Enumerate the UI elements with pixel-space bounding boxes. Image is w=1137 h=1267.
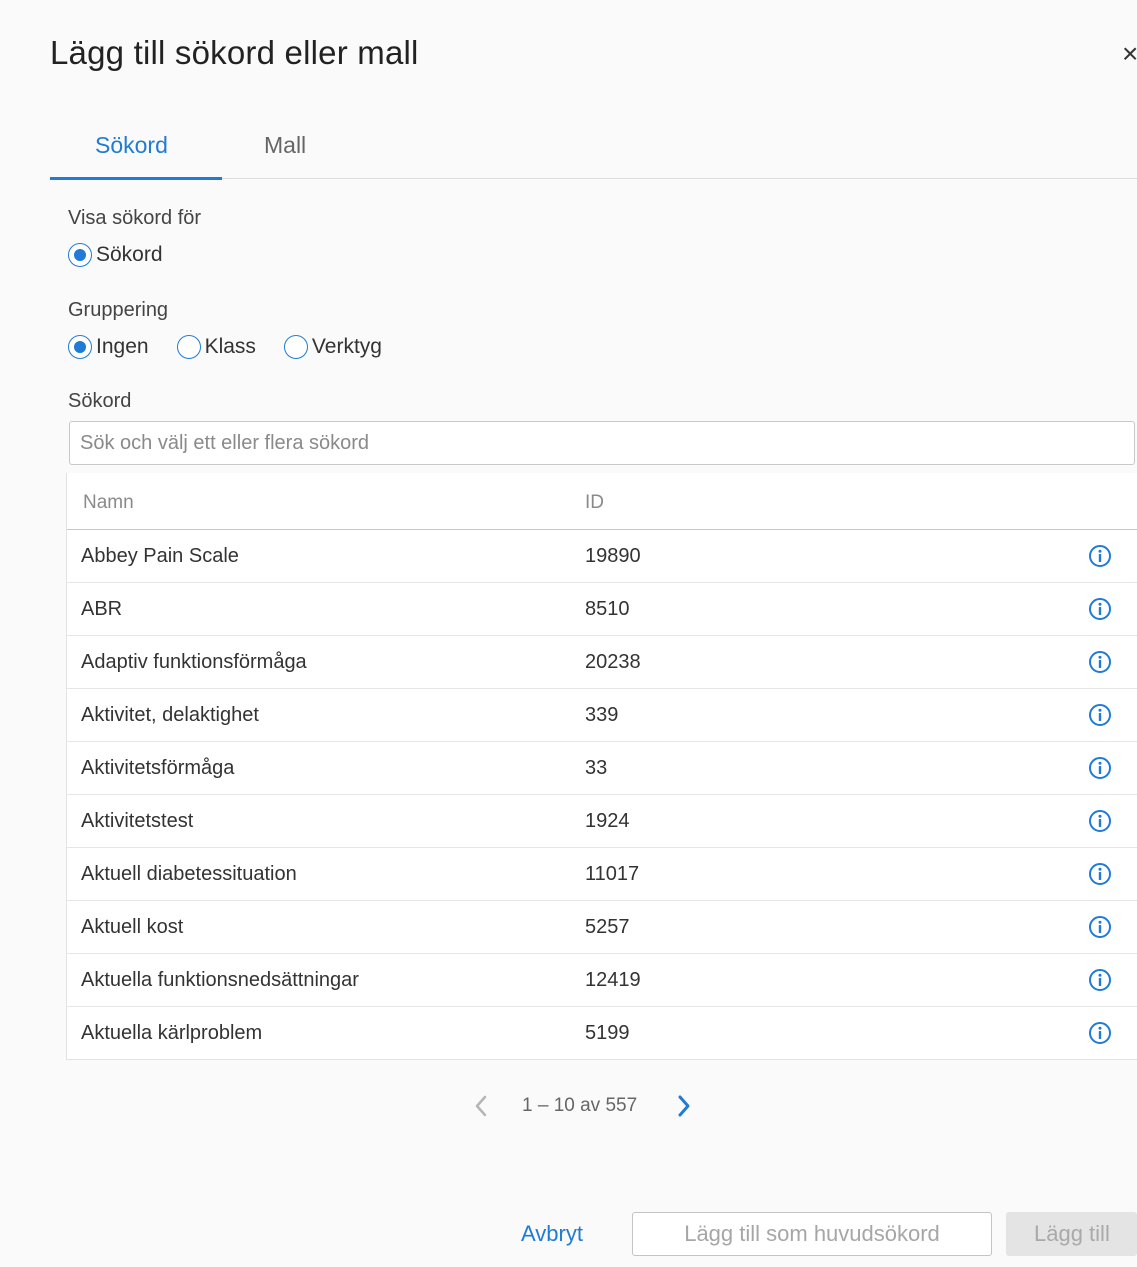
table-row[interactable]: Abbey Pain Scale 19890 — [67, 530, 1137, 583]
tab-bar: Sökord Mall — [50, 118, 1137, 180]
row-id: 19890 — [585, 545, 641, 567]
row-id: 339 — [585, 704, 619, 726]
table-body: Abbey Pain Scale 19890 ABR 8510 Adaptiv … — [67, 530, 1137, 1059]
table-row[interactable]: Aktivitetstest 1924 — [67, 795, 1137, 848]
table-row[interactable]: Adaptiv funktionsförmåga 20238 — [67, 636, 1137, 689]
info-icon[interactable] — [1087, 596, 1113, 622]
chevron-left-icon — [475, 1095, 487, 1117]
info-icon[interactable] — [1087, 649, 1113, 675]
radio-checked-icon — [68, 243, 92, 267]
search-field-container — [69, 421, 1135, 465]
row-name: Aktuell diabetessituation — [81, 863, 297, 885]
row-id: 5199 — [585, 1022, 630, 1044]
row-name: Aktuella kärlproblem — [81, 1022, 263, 1044]
radio-label: Ingen — [96, 335, 149, 358]
row-id: 8510 — [585, 598, 630, 620]
radio-label: Klass — [204, 335, 256, 358]
radio-label: Sökord — [96, 243, 163, 266]
radio-label: Verktyg — [311, 335, 382, 358]
sokord-field-label: Sökord — [68, 390, 132, 412]
row-id: 20238 — [585, 651, 641, 673]
visa-sokord-label: Visa sökord för — [68, 207, 202, 229]
chevron-right-icon[interactable] — [673, 1092, 695, 1120]
pagination-range: 1 – 10 av 557 — [522, 1095, 638, 1116]
add-as-main-keyword-button[interactable]: Lägg till som huvudsökord — [632, 1212, 992, 1256]
info-icon[interactable] — [1087, 1020, 1113, 1046]
table-row[interactable]: ABR 8510 — [67, 583, 1137, 636]
info-icon[interactable] — [1087, 808, 1113, 834]
row-name: Aktivitet, delaktighet — [81, 704, 259, 726]
radio-unchecked-icon — [283, 335, 308, 359]
radio-verktyg[interactable]: Verktyg — [283, 335, 382, 359]
info-icon[interactable] — [1087, 543, 1113, 569]
cancel-button[interactable]: Avbryt — [506, 1212, 598, 1256]
gruppering-radio-group: Ingen Klass Verktyg — [68, 335, 410, 359]
row-name: Aktivitetstest — [81, 810, 194, 832]
row-id: 5257 — [585, 916, 630, 938]
column-header-id: ID — [585, 492, 604, 513]
radio-klass[interactable]: Klass — [176, 335, 256, 359]
radio-unchecked-icon — [176, 335, 201, 359]
table-header: Namn ID — [67, 473, 1137, 530]
info-icon[interactable] — [1087, 702, 1113, 728]
table-row[interactable]: Aktivitetsförmåga 33 — [67, 742, 1137, 795]
row-id: 1924 — [585, 810, 630, 832]
add-button[interactable]: Lägg till — [1006, 1212, 1137, 1256]
active-tab-indicator — [50, 177, 222, 180]
visa-radio-group: Sökord — [68, 243, 191, 267]
tab-sokord[interactable]: Sökord — [95, 132, 168, 159]
table-row[interactable]: Aktuell kost 5257 — [67, 901, 1137, 954]
radio-checked-icon — [68, 335, 92, 359]
column-header-namn: Namn — [83, 492, 134, 513]
info-icon[interactable] — [1087, 755, 1113, 781]
gruppering-label: Gruppering — [68, 299, 169, 321]
tab-mall[interactable]: Mall — [264, 132, 306, 159]
pagination: 1 – 10 av 557 — [470, 1092, 695, 1120]
dialog-title: Lägg till sökord eller mall — [50, 34, 419, 71]
table-row[interactable]: Aktuella kärlproblem 5199 — [67, 1007, 1137, 1059]
row-id: 11017 — [585, 863, 640, 885]
row-name: Aktivitetsförmåga — [81, 757, 235, 779]
info-icon[interactable] — [1087, 967, 1113, 993]
row-id: 33 — [585, 757, 608, 779]
info-icon[interactable] — [1087, 914, 1113, 940]
table-row[interactable]: Aktuell diabetessituation 11017 — [67, 848, 1137, 901]
row-name: Aktuella funktionsnedsättningar — [81, 969, 359, 991]
row-name: Abbey Pain Scale — [81, 545, 239, 567]
row-id: 12419 — [585, 969, 641, 991]
close-icon[interactable]: × — [1122, 38, 1137, 70]
table-row[interactable]: Aktivitet, delaktighet 339 — [67, 689, 1137, 742]
row-name: ABR — [81, 598, 123, 620]
search-input[interactable] — [70, 422, 1134, 464]
radio-visa-sokord[interactable]: Sökord — [68, 243, 163, 267]
radio-ingen[interactable]: Ingen — [68, 335, 149, 359]
row-name: Aktuell kost — [81, 916, 184, 938]
add-keyword-dialog: Lägg till sökord eller mall × Sökord Mal… — [0, 0, 1137, 1267]
keyword-table: Namn ID Abbey Pain Scale 19890 ABR 8510 … — [66, 473, 1137, 1060]
row-name: Adaptiv funktionsförmåga — [81, 651, 307, 673]
table-row[interactable]: Aktuella funktionsnedsättningar 12419 — [67, 954, 1137, 1007]
info-icon[interactable] — [1087, 861, 1113, 887]
